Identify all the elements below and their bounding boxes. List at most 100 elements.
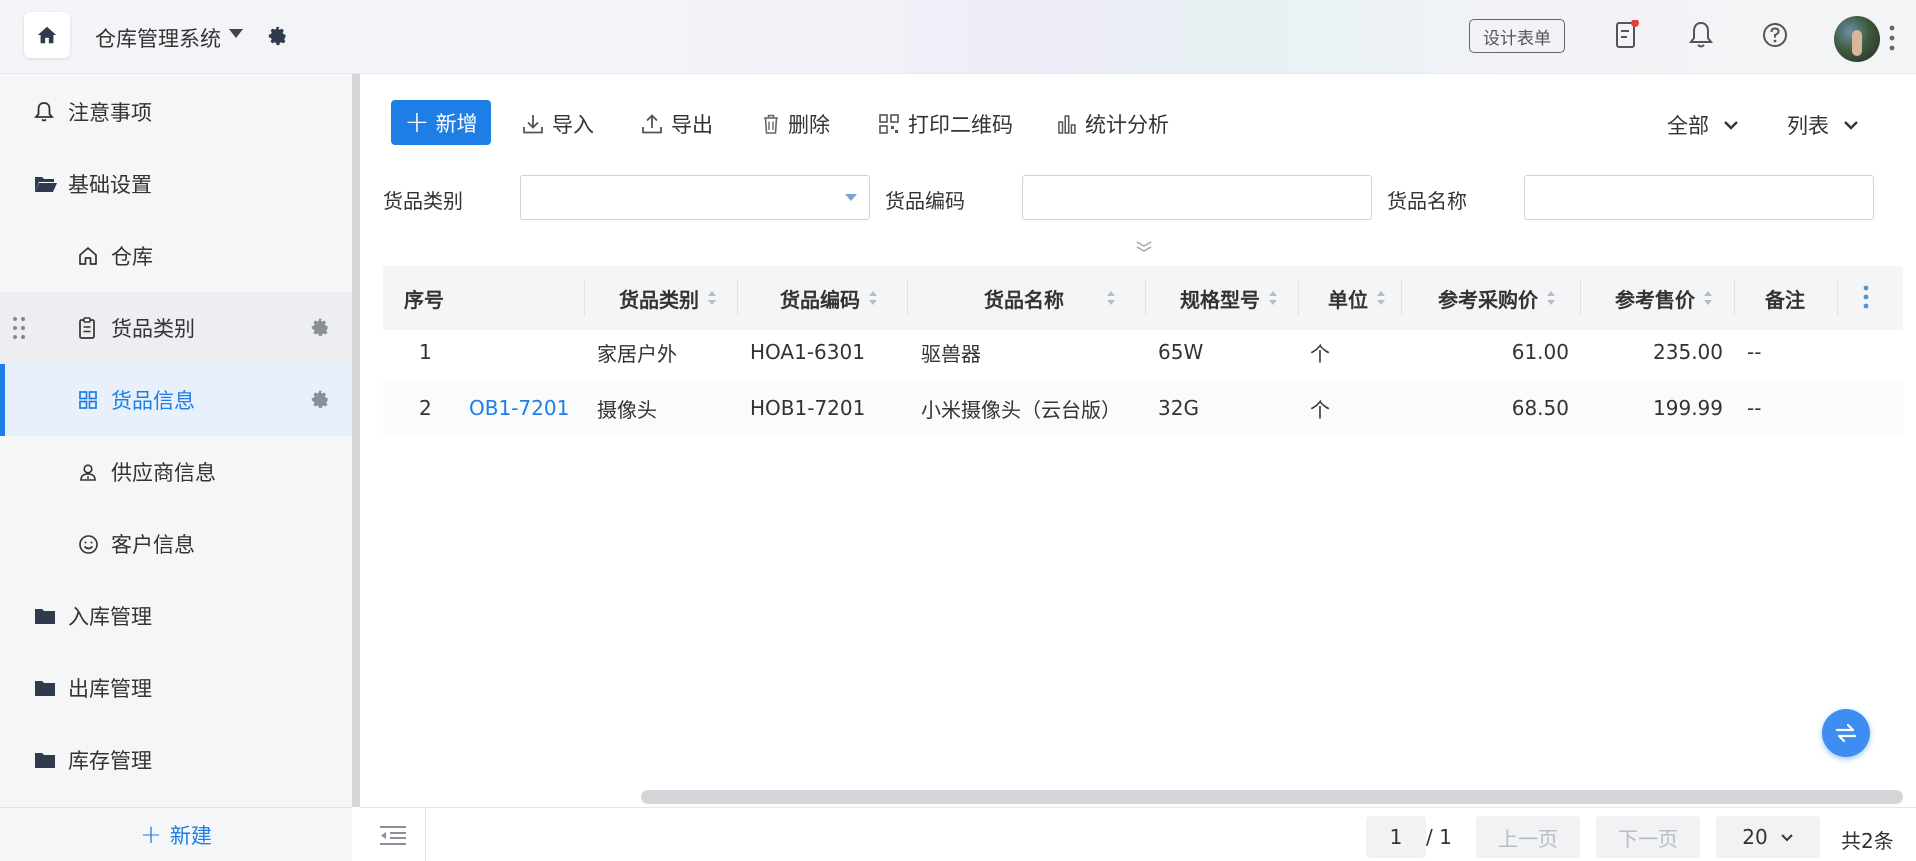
sidebar-new-label: 新建 xyxy=(169,823,212,848)
smile-icon xyxy=(78,534,99,555)
gear-icon[interactable] xyxy=(268,26,288,46)
sort-icon xyxy=(1704,291,1712,305)
sidebar-item-goods-info[interactable]: 货品信息 xyxy=(0,364,352,436)
sidebar-item-label: 仓库 xyxy=(111,245,153,269)
sidebar-item-basic-settings[interactable]: 基础设置 xyxy=(0,148,352,220)
prev-page-button[interactable]: 上一页 xyxy=(1476,816,1580,858)
sidebar-item-label: 基础设置 xyxy=(68,173,152,197)
print-qrcode-button[interactable]: 打印二维码 xyxy=(878,108,1013,140)
cell-seq: 2 xyxy=(419,396,432,420)
column-divider[interactable] xyxy=(1580,280,1581,316)
help-icon[interactable] xyxy=(1761,20,1789,50)
sidebar-item-warehouse[interactable]: 仓库 xyxy=(0,220,352,292)
column-divider[interactable] xyxy=(584,280,585,316)
column-header-spec[interactable]: 规格型号 xyxy=(1180,266,1278,330)
float-action-button[interactable] xyxy=(1822,709,1870,757)
delete-button[interactable]: 删除 xyxy=(762,108,830,140)
sidebar-item-label: 出库管理 xyxy=(68,677,152,701)
column-divider[interactable] xyxy=(1734,280,1735,316)
double-chevron-down-icon[interactable] xyxy=(1134,240,1154,254)
sidebar-item-notes[interactable]: 注意事项 xyxy=(0,76,352,148)
column-header-seq[interactable]: 序号 xyxy=(404,266,444,330)
total-count: 共2条 xyxy=(1841,829,1894,853)
sidebar-new-button[interactable]: + 新建 xyxy=(0,807,352,861)
name-filter-label: 货品名称 xyxy=(1387,189,1467,213)
upload-icon xyxy=(642,114,662,134)
column-header-sale-price[interactable]: 参考售价 xyxy=(1615,266,1713,330)
gear-icon[interactable] xyxy=(311,390,330,409)
folder-open-icon xyxy=(34,174,58,194)
cell-name: 驱兽器 xyxy=(921,341,981,366)
stats-button[interactable]: 统计分析 xyxy=(1057,108,1169,140)
qrcode-icon xyxy=(879,114,899,134)
column-header-name[interactable]: 货品名称 xyxy=(984,266,1116,330)
sort-icon xyxy=(869,291,877,305)
column-header-purchase-price[interactable]: 参考采购价 xyxy=(1438,266,1556,330)
table-row[interactable]: 1 家居户外 HOA1-6301 驱兽器 65W 个 61.00 235.00 … xyxy=(383,324,1903,380)
sidebar-item-goods-category[interactable]: 货品类别 xyxy=(0,292,352,364)
cell-sale-price: 199.99 xyxy=(1653,396,1723,420)
column-header-label: 规格型号 xyxy=(1180,287,1260,312)
sidebar-item-customer[interactable]: 客户信息 xyxy=(0,508,352,580)
avatar[interactable] xyxy=(1834,16,1880,62)
horizontal-scrollbar[interactable] xyxy=(641,790,1903,804)
page-size-select[interactable]: 20 xyxy=(1716,816,1820,858)
bell-icon[interactable] xyxy=(1688,20,1714,50)
sidebar-item-outbound[interactable]: 出库管理 xyxy=(0,652,352,724)
drag-handle-icon[interactable] xyxy=(12,316,26,340)
view-dropdown[interactable]: 列表 xyxy=(1787,110,1859,140)
caret-down-icon xyxy=(845,194,857,201)
sidebar-item-label: 客户信息 xyxy=(111,533,195,557)
design-form-button[interactable]: 设计表单 xyxy=(1469,19,1565,53)
table-header: 序号 货品类别 货品编码 货品名称 规格型号 单位 参考采购价 参考售价 备注 xyxy=(383,266,1903,330)
sidebar-item-supplier[interactable]: 供应商信息 xyxy=(0,436,352,508)
cell-purchase-price: 68.50 xyxy=(1511,396,1569,420)
column-header-remark[interactable]: 备注 xyxy=(1765,266,1805,330)
column-divider[interactable] xyxy=(1837,280,1838,316)
add-label: 新增 xyxy=(435,111,478,136)
name-input[interactable] xyxy=(1524,175,1874,220)
swap-icon xyxy=(1835,723,1857,743)
folder-icon xyxy=(34,607,56,625)
page-number-input[interactable]: 1 xyxy=(1366,816,1426,858)
import-button[interactable]: 导入 xyxy=(522,108,594,140)
chevron-down-icon xyxy=(1844,121,1858,130)
bar-chart-icon xyxy=(1058,115,1076,134)
app-title[interactable]: 仓库管理系统 xyxy=(95,23,221,53)
sidebar-item-label: 供应商信息 xyxy=(111,461,216,485)
column-header-category[interactable]: 货品类别 xyxy=(619,266,717,330)
gear-icon[interactable] xyxy=(311,318,330,337)
next-page-button[interactable]: 下一页 xyxy=(1596,816,1700,858)
chevron-down-icon xyxy=(1781,833,1793,841)
category-select[interactable] xyxy=(520,175,870,220)
sidebar-item-inbound[interactable]: 入库管理 xyxy=(0,580,352,652)
column-header-unit[interactable]: 单位 xyxy=(1328,266,1386,330)
column-divider[interactable] xyxy=(1145,280,1146,316)
home-button[interactable] xyxy=(24,12,70,58)
column-divider[interactable] xyxy=(907,280,908,316)
sidebar-item-inventory[interactable]: 库存管理 xyxy=(0,724,352,796)
cell-extra-code[interactable]: OB1-7201 xyxy=(469,380,569,436)
form-notice-icon[interactable] xyxy=(1614,20,1640,50)
column-divider[interactable] xyxy=(737,280,738,316)
column-header-code[interactable]: 货品编码 xyxy=(780,266,878,330)
sidebar-resize-handle[interactable] xyxy=(352,74,360,807)
column-divider[interactable] xyxy=(1401,280,1402,316)
collapse-sidebar-button[interactable] xyxy=(360,808,426,861)
active-indicator xyxy=(0,364,5,436)
column-settings-icon[interactable] xyxy=(1862,284,1870,310)
column-divider[interactable] xyxy=(1298,280,1299,316)
table-row[interactable]: 2 OB1-7201 摄像头 HOB1-7201 小米摄像头（云台版） 32G … xyxy=(383,380,1903,436)
column-header-label: 货品类别 xyxy=(619,287,699,312)
scope-dropdown[interactable]: 全部 xyxy=(1667,110,1739,140)
plus-icon: + xyxy=(140,819,162,850)
folder-icon xyxy=(34,751,56,769)
add-button[interactable]: + 新增 xyxy=(391,100,491,145)
grid-icon xyxy=(78,390,98,410)
sort-icon xyxy=(1107,291,1115,305)
export-button[interactable]: 导出 xyxy=(641,108,713,140)
code-input[interactable] xyxy=(1022,175,1372,220)
caret-down-icon[interactable] xyxy=(229,29,243,39)
home-icon xyxy=(37,26,57,44)
more-vertical-icon[interactable] xyxy=(1888,24,1896,52)
